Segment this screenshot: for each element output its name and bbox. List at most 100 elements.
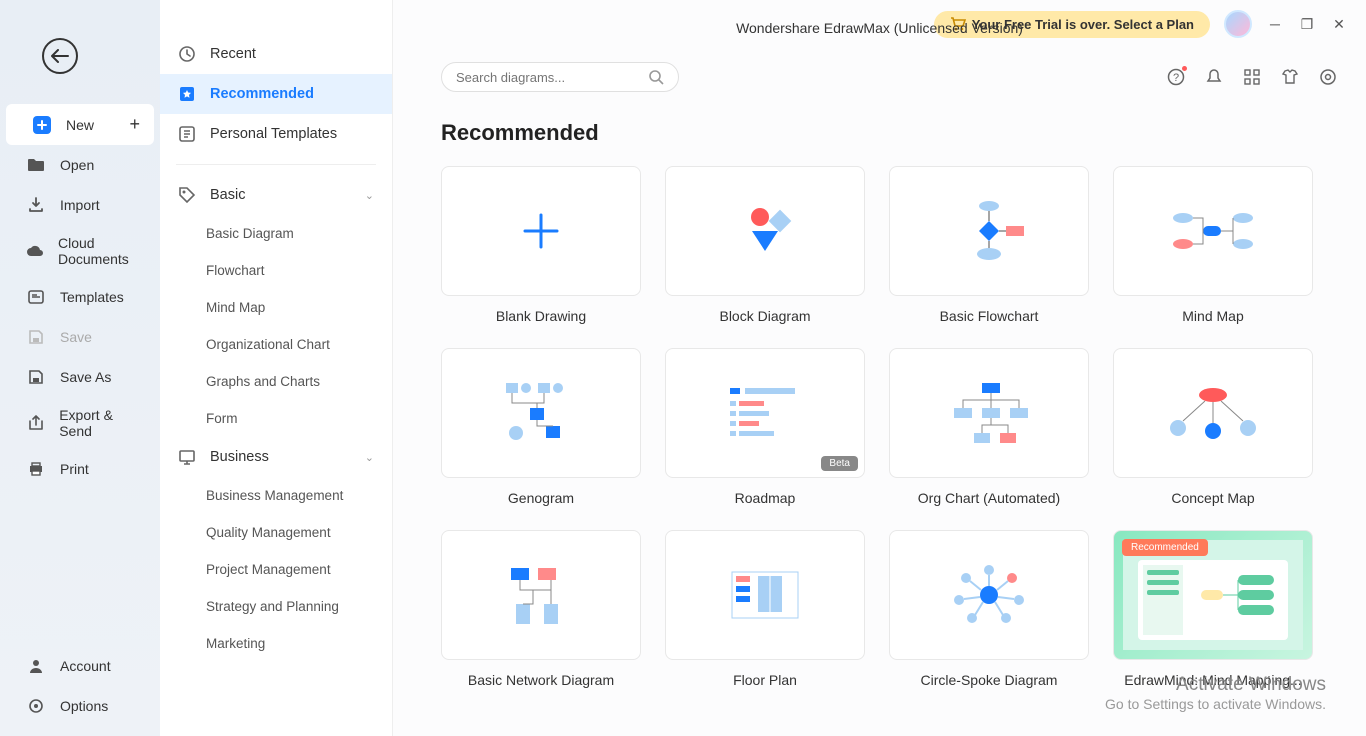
settings-icon[interactable] xyxy=(1318,67,1338,87)
mid-sub-biz-1[interactable]: Quality Management xyxy=(160,514,392,551)
template-thumbnail[interactable] xyxy=(665,166,865,296)
mid-sub-biz-2[interactable]: Project Management xyxy=(160,551,392,588)
mid-cat-business-label: Business xyxy=(210,449,269,465)
template-label: Basic Flowchart xyxy=(889,308,1089,324)
toolbar: ? xyxy=(393,48,1366,92)
cloud-icon xyxy=(26,241,44,261)
add-icon[interactable]: + xyxy=(129,114,140,135)
nav-import[interactable]: Import xyxy=(0,185,160,225)
nav-save-as[interactable]: Save As xyxy=(0,357,160,397)
nav-save: Save xyxy=(0,317,160,357)
template-thumbnail[interactable]: Beta xyxy=(665,348,865,478)
bookmark-icon xyxy=(178,85,196,103)
template-card[interactable]: Genogram xyxy=(441,348,641,506)
template-card[interactable]: Block Diagram xyxy=(665,166,865,324)
mid-recent[interactable]: Recent xyxy=(160,34,392,74)
mid-cat-basic-label: Basic xyxy=(210,187,245,203)
mid-sub-biz-4[interactable]: Marketing xyxy=(160,625,392,662)
nav-new[interactable]: New + xyxy=(6,104,154,145)
template-thumbnail[interactable]: Recommended xyxy=(1113,530,1313,660)
nav-account[interactable]: Account xyxy=(0,646,160,686)
template-thumbnail[interactable] xyxy=(665,530,865,660)
template-card[interactable]: Mind Map xyxy=(1113,166,1313,324)
template-thumbnail[interactable] xyxy=(1113,166,1313,296)
template-card[interactable]: Basic Network Diagram xyxy=(441,530,641,688)
template-thumbnail[interactable] xyxy=(441,530,641,660)
mid-cat-basic[interactable]: Basic ⌄ xyxy=(160,175,392,215)
search-box[interactable] xyxy=(441,62,679,92)
search-input[interactable] xyxy=(456,70,648,85)
template-label: Blank Drawing xyxy=(441,308,641,324)
template-card[interactable]: Blank Drawing xyxy=(441,166,641,324)
template-thumbnail[interactable] xyxy=(889,166,1089,296)
chevron-down-icon: ⌄ xyxy=(365,189,374,202)
import-icon xyxy=(26,195,46,215)
shirt-icon[interactable] xyxy=(1280,67,1300,87)
template-grid: Blank Drawing Block Diagram Basic Flowchar… xyxy=(441,166,1338,688)
template-card[interactable]: Basic Flowchart xyxy=(889,166,1089,324)
bell-icon[interactable] xyxy=(1204,67,1224,87)
print-icon xyxy=(26,459,46,479)
template-label: Floor Plan xyxy=(665,672,865,688)
mid-personal-label: Personal Templates xyxy=(210,126,337,142)
template-thumbnail[interactable] xyxy=(441,348,641,478)
mid-sub-basic-2[interactable]: Mind Map xyxy=(160,289,392,326)
avatar[interactable] xyxy=(1224,10,1252,38)
titlebar: Wondershare EdrawMax (Unlicensed Version… xyxy=(393,0,1366,48)
nav-new-label: New xyxy=(66,117,94,133)
mid-sub-basic-5[interactable]: Form xyxy=(160,400,392,437)
template-label: Org Chart (Automated) xyxy=(889,490,1089,506)
template-card[interactable]: Recommended EdrawMind: Mind Mapping... xyxy=(1113,530,1313,688)
search-icon xyxy=(648,69,664,85)
nav-options[interactable]: Options xyxy=(0,686,160,726)
template-thumbnail[interactable] xyxy=(889,348,1089,478)
nav-templates-label: Templates xyxy=(60,289,124,305)
mid-cat-business[interactable]: Business ⌄ xyxy=(160,437,392,477)
template-card[interactable]: BetaRoadmap xyxy=(665,348,865,506)
help-icon[interactable]: ? xyxy=(1166,67,1186,87)
save-as-icon xyxy=(26,367,46,387)
nav-open[interactable]: Open xyxy=(0,145,160,185)
back-button[interactable] xyxy=(42,38,78,74)
mid-recent-label: Recent xyxy=(210,46,256,62)
template-thumbnail[interactable] xyxy=(889,530,1089,660)
nav-templates[interactable]: Templates xyxy=(0,277,160,317)
plus-square-icon xyxy=(32,115,52,135)
mid-personal[interactable]: Personal Templates xyxy=(160,114,392,154)
nav-export[interactable]: Export & Send xyxy=(0,397,160,449)
template-card[interactable]: Circle-Spoke Diagram xyxy=(889,530,1089,688)
nav-import-label: Import xyxy=(60,197,100,213)
nav-cloud[interactable]: Cloud Documents xyxy=(0,225,160,277)
nav-print-label: Print xyxy=(60,461,89,477)
nav-options-label: Options xyxy=(60,698,108,714)
nav-export-label: Export & Send xyxy=(59,407,146,439)
minimize-button[interactable]: ─ xyxy=(1266,15,1284,33)
clock-icon xyxy=(178,45,196,63)
gear-icon xyxy=(26,696,46,716)
maximize-button[interactable]: ❐ xyxy=(1298,15,1316,33)
template-thumbnail[interactable] xyxy=(441,166,641,296)
mid-sub-basic-0[interactable]: Basic Diagram xyxy=(160,215,392,252)
mid-sub-basic-1[interactable]: Flowchart xyxy=(160,252,392,289)
account-icon xyxy=(26,656,46,676)
nav-print[interactable]: Print xyxy=(0,449,160,489)
mid-recommended[interactable]: Recommended xyxy=(160,74,392,114)
grid-icon[interactable] xyxy=(1242,67,1262,87)
template-card[interactable]: Floor Plan xyxy=(665,530,865,688)
export-icon xyxy=(26,413,45,433)
template-label: Circle-Spoke Diagram xyxy=(889,672,1089,688)
mid-sub-biz-0[interactable]: Business Management xyxy=(160,477,392,514)
mid-recommended-label: Recommended xyxy=(210,86,314,102)
template-card[interactable]: Org Chart (Automated) xyxy=(889,348,1089,506)
template-label: Basic Network Diagram xyxy=(441,672,641,688)
folder-icon xyxy=(26,155,46,175)
nav-cloud-label: Cloud Documents xyxy=(58,235,146,267)
template-label: EdrawMind: Mind Mapping... xyxy=(1113,672,1313,688)
template-thumbnail[interactable] xyxy=(1113,348,1313,478)
close-button[interactable]: ✕ xyxy=(1330,15,1348,33)
template-icon xyxy=(178,125,196,143)
template-card[interactable]: Concept Map xyxy=(1113,348,1313,506)
mid-sub-basic-3[interactable]: Organizational Chart xyxy=(160,326,392,363)
mid-sub-basic-4[interactable]: Graphs and Charts xyxy=(160,363,392,400)
mid-sub-biz-3[interactable]: Strategy and Planning xyxy=(160,588,392,625)
